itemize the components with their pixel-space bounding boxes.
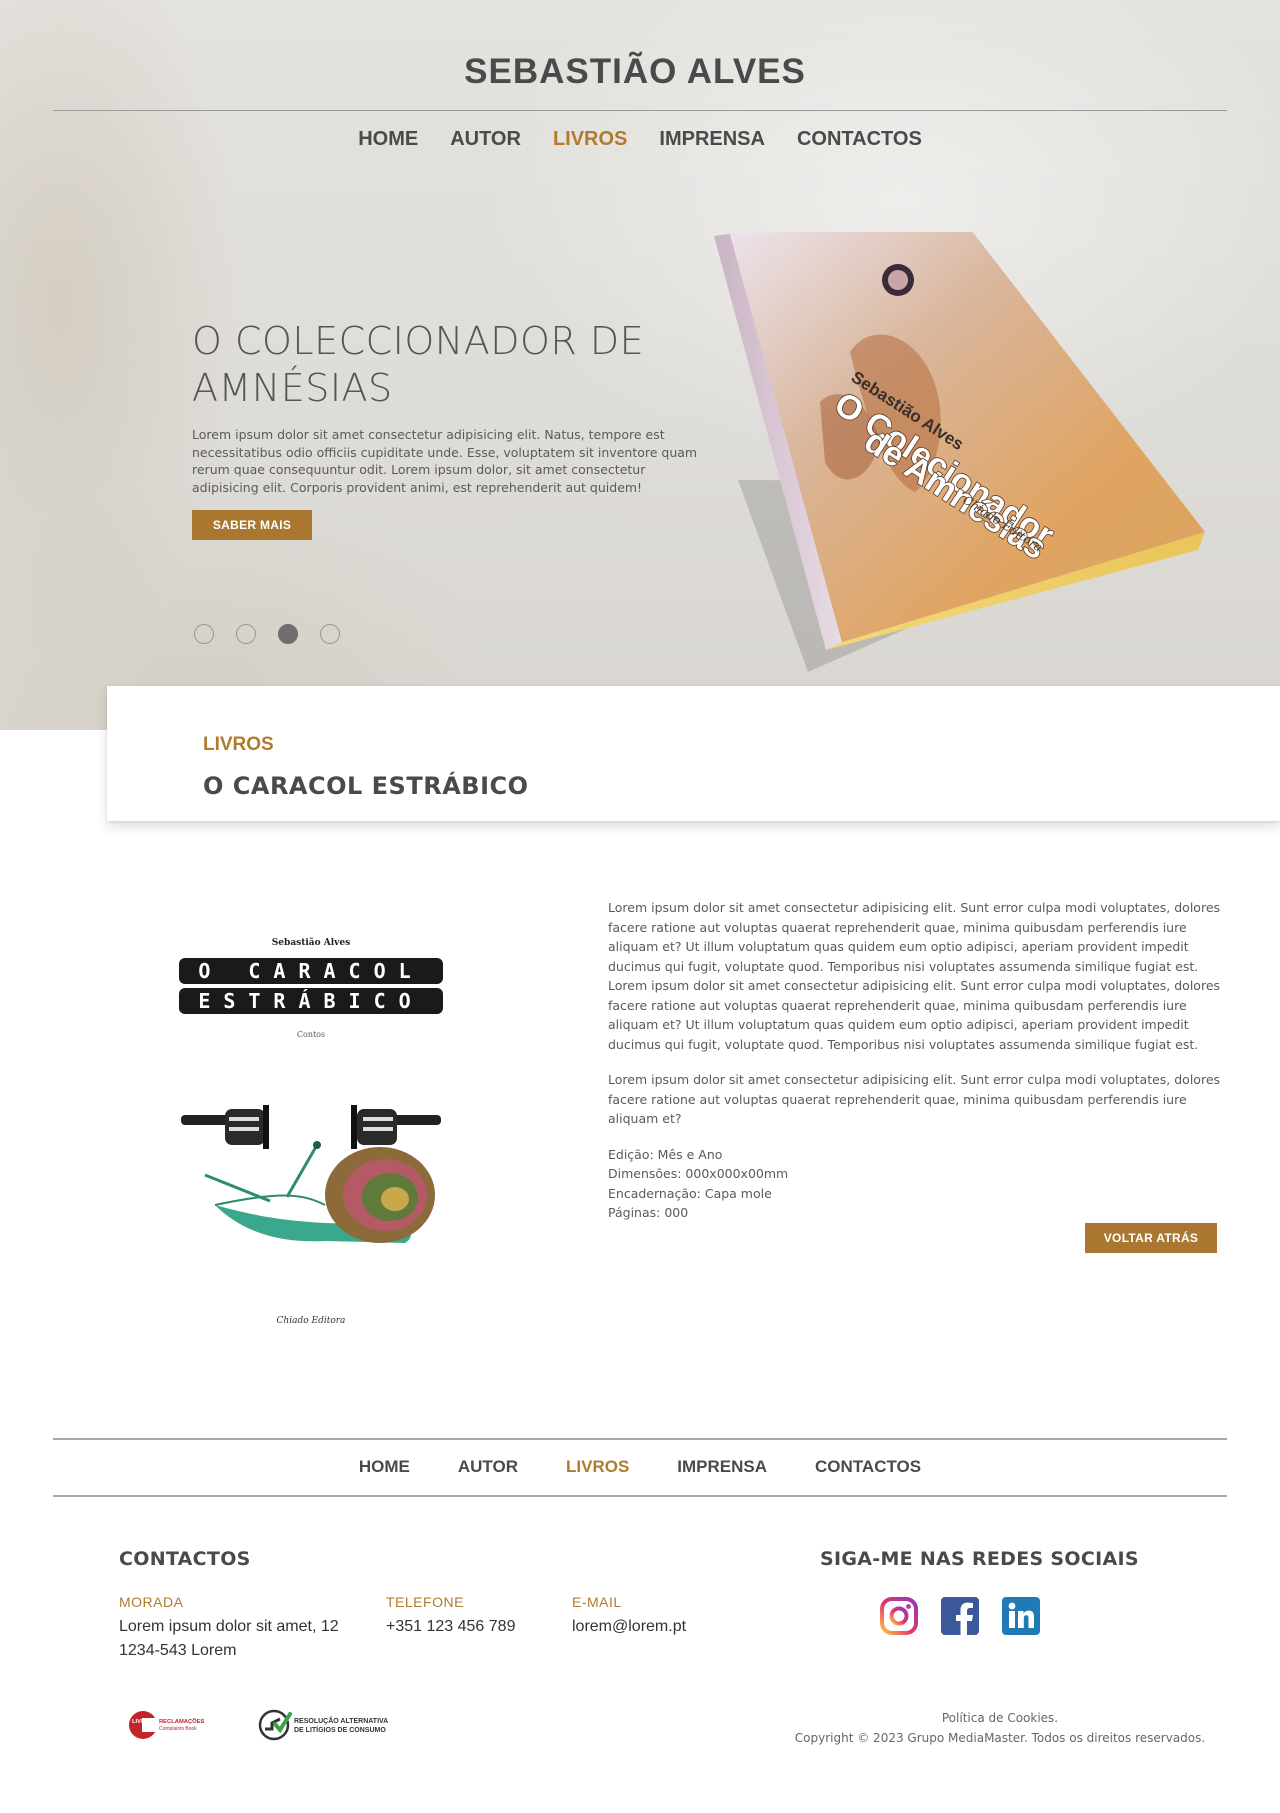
- footer-nav: HOME AUTOR LIVROS IMPRENSA CONTACTOS: [0, 1457, 1280, 1477]
- complaints-book-line2: Complaints Book: [159, 1726, 197, 1732]
- phone-label: TELEFONE: [386, 1594, 464, 1610]
- spec-dimensoes: Dimensões: 000x000x00mm: [608, 1166, 789, 1181]
- main-nav: HOME AUTOR LIVROS IMPRENSA CONTACTOS: [0, 128, 1280, 151]
- voltar-atras-button[interactable]: VOLTAR ATRÁS: [1085, 1223, 1217, 1253]
- hero-heading: O COLECCIONADOR DE AMNÉSIAS: [192, 319, 645, 410]
- complaints-book-line1b: RECLAMAÇÕES: [159, 1718, 205, 1725]
- footer-top-divider: [53, 1438, 1227, 1440]
- footer-nav-livros[interactable]: LIVROS: [542, 1457, 653, 1477]
- cookie-policy-link[interactable]: Política de Cookies.: [700, 1711, 1280, 1725]
- nav-autor[interactable]: AUTOR: [434, 128, 537, 151]
- cover-publisher: Chiado Editora: [277, 1316, 346, 1326]
- nav-contactos[interactable]: CONTACTOS: [781, 128, 938, 151]
- email-link[interactable]: lorem@lorem.pt: [572, 1615, 686, 1639]
- book-description: Lorem ipsum dolor sit amet consectetur a…: [608, 898, 1223, 1223]
- cover-author: Sebastião Alves: [272, 937, 350, 948]
- spec-encadernacao: Encadernação: Capa mole: [608, 1185, 772, 1201]
- copyright-text: Copyright © 2023 Grupo MediaMaster. Todo…: [794, 1731, 1206, 1745]
- page-title: O CARACOL ESTRÁBICO: [203, 772, 529, 800]
- footer-nav-imprensa[interactable]: IMPRENSA: [653, 1457, 791, 1477]
- book-specs: Edição: Mês e Ano Dimensões: 000x000x00m…: [608, 1145, 1223, 1223]
- cover-title-line1: O CARACOL: [198, 959, 423, 983]
- linkedin-icon[interactable]: [1002, 1597, 1040, 1635]
- page-header-card: LIVROS O CARACOL ESTRÁBICO: [107, 686, 1280, 821]
- complaints-book-line1: LIVRO DE: [132, 1719, 160, 1725]
- saber-mais-button[interactable]: SABER MAIS: [192, 510, 312, 540]
- footer-nav-divider: [53, 1495, 1227, 1497]
- spec-paginas: Páginas: 000: [608, 1205, 689, 1220]
- book-paragraph-2: Lorem ipsum dolor sit amet consectetur a…: [608, 1072, 1221, 1126]
- slider-dot-2[interactable]: [236, 624, 256, 644]
- ral-badge[interactable]: RESOLUÇÃO ALTERNATIVA DE LITÍGIOS DE CON…: [258, 1708, 388, 1742]
- address-line-1: Lorem ipsum dolor sit amet, 12: [119, 1618, 339, 1635]
- cover-title-line2: ESTRÁBICO: [198, 989, 423, 1013]
- slider-dots: [194, 624, 340, 644]
- footer-nav-home[interactable]: HOME: [335, 1457, 434, 1477]
- section-kicker: LIVROS: [203, 734, 274, 755]
- footer-nav-autor[interactable]: AUTOR: [434, 1457, 542, 1477]
- facebook-icon[interactable]: [941, 1597, 979, 1635]
- site-title[interactable]: SEBASTIÃO ALVES: [0, 52, 1270, 92]
- slider-dot-3[interactable]: [278, 624, 298, 644]
- hero-banner: SEBASTIÃO ALVES HOME AUTOR LIVROS IMPREN…: [0, 0, 1280, 730]
- hero-book-image: Sebastião Alves O Colecionador de Amnési…: [714, 232, 1205, 672]
- slider-dot-1[interactable]: [194, 624, 214, 644]
- instagram-icon[interactable]: [880, 1597, 918, 1635]
- nav-livros[interactable]: LIVROS: [537, 128, 643, 151]
- hero-description: Lorem ipsum dolor sit amet consectetur a…: [192, 427, 698, 495]
- address-label: MORADA: [119, 1594, 184, 1610]
- book-cover-image: Sebastião Alves O CARACOL ESTRÁBICO Cont…: [175, 905, 447, 1335]
- ral-line1: RESOLUÇÃO ALTERNATIVA: [294, 1716, 388, 1725]
- book-paragraph-1: Lorem ipsum dolor sit amet consectetur a…: [608, 900, 1221, 1052]
- slider-dot-4[interactable]: [320, 624, 340, 644]
- ral-line2: DE LITÍGIOS DE CONSUMO: [294, 1725, 386, 1734]
- address-line-2: 1234-543 Lorem: [119, 1642, 237, 1659]
- nav-imprensa[interactable]: IMPRENSA: [643, 128, 781, 151]
- footer-nav-contactos[interactable]: CONTACTOS: [791, 1457, 945, 1477]
- contacts-heading: CONTACTOS: [119, 1548, 251, 1570]
- cover-genre: Contos: [297, 1030, 325, 1039]
- email-label: E-MAIL: [572, 1594, 622, 1610]
- social-heading: SIGA-ME NAS REDES SOCIAIS: [820, 1548, 1139, 1570]
- title-divider: [53, 110, 1227, 111]
- nav-home[interactable]: HOME: [342, 128, 434, 151]
- phone-link[interactable]: +351 123 456 789: [386, 1615, 515, 1639]
- spec-edicao: Edição: Mês e Ano: [608, 1146, 723, 1162]
- complaints-book-badge[interactable]: LIVRO DE RECLAMAÇÕES Complaints Book: [128, 1708, 212, 1742]
